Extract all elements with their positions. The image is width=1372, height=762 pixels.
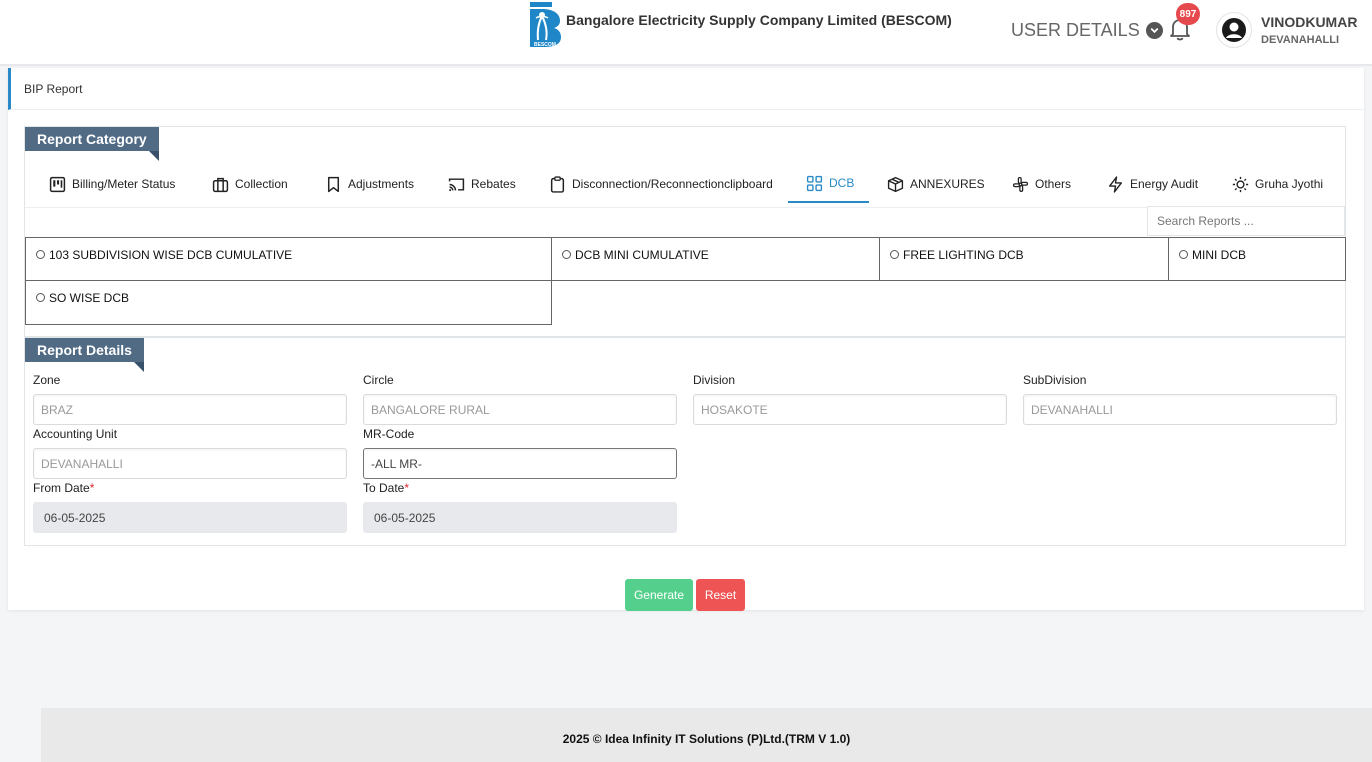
report-category-section: Report Category Billing/Meter Status Col… (24, 126, 1346, 337)
required-mark: * (89, 481, 95, 495)
report-option-label: SO WISE DCB (49, 291, 130, 305)
footer-text: 2025 © Idea Infinity IT Solutions (P)Ltd… (562, 732, 851, 746)
report-option-free-lighting-dcb[interactable]: FREE LIGHTING DCB (879, 237, 1169, 281)
radio-button[interactable] (36, 250, 45, 259)
radio-button[interactable] (36, 293, 45, 302)
from-date-label-text: From Date (33, 481, 90, 495)
report-category-heading: Report Category (25, 127, 159, 161)
kanban-icon (49, 176, 66, 192)
from-date-input[interactable]: 06-05-2025 (33, 502, 347, 533)
to-date-label: To Date* (363, 481, 409, 495)
user-name: VINODKUMAR (1261, 14, 1358, 30)
report-option-label: 103 SUBDIVISION WISE DCB CUMULATIVE (49, 248, 293, 262)
bookmark-icon (327, 176, 340, 192)
zone-label: Zone (33, 373, 61, 387)
tab-collection[interactable]: Collection (212, 165, 288, 203)
mr-code-label: MR-Code (363, 427, 415, 441)
report-option-label: FREE LIGHTING DCB (903, 248, 1024, 262)
user-location: DEVANAHALLI (1261, 34, 1340, 46)
briefcase-icon (212, 177, 229, 192)
tab-rebates[interactable]: Rebates (448, 165, 516, 203)
accounting-unit-field[interactable]: DEVANAHALLI (33, 448, 347, 479)
tab-disconnection-reconnection[interactable]: Disconnection/Reconnectionclipboard (549, 165, 773, 203)
main-panel: BIP Report Report Category Billing/Meter… (8, 68, 1364, 611)
report-details-heading: Report Details (25, 338, 144, 372)
user-details-label: USER DETAILS (1011, 20, 1140, 40)
clipboard-icon (550, 175, 565, 193)
user-details-menu[interactable]: USER DETAILS (1011, 20, 1163, 41)
division-field[interactable]: HOSAKOTE (693, 394, 1007, 425)
search-reports-input[interactable] (1147, 206, 1345, 236)
logo-text: BESCOM (534, 42, 556, 48)
report-option-dcb-mini-cumulative[interactable]: DCB MINI CUMULATIVE (551, 237, 880, 281)
to-date-input[interactable]: 06-05-2025 (363, 502, 677, 533)
reset-button[interactable]: Reset (696, 579, 745, 611)
report-option-label: MINI DCB (1192, 248, 1246, 262)
zap-icon (1108, 175, 1123, 193)
breadcrumb: BIP Report (8, 68, 1364, 110)
tab-dcb[interactable]: DCB (788, 165, 869, 203)
tab-label: ANNEXURES (910, 177, 985, 191)
generate-button[interactable]: Generate (625, 579, 693, 611)
radio-button[interactable] (562, 250, 571, 259)
tab-billing-meter-status[interactable]: Billing/Meter Status (49, 165, 175, 203)
subdivision-label: SubDivision (1023, 373, 1087, 387)
to-date-label-text: To Date (363, 481, 405, 495)
accounting-unit-label: Accounting Unit (33, 427, 118, 441)
subdivision-field[interactable]: DEVANAHALLI (1023, 394, 1337, 425)
tab-label: Energy Audit (1130, 177, 1199, 191)
top-header: BESCOM Bangalore Electricity Supply Comp… (0, 0, 1372, 66)
radio-button[interactable] (890, 250, 899, 259)
division-label: Division (693, 373, 736, 387)
tab-label: Adjustments (348, 177, 415, 191)
box-icon (887, 176, 904, 192)
tab-label: Others (1035, 177, 1072, 191)
tab-gruha-jyothi[interactable]: Gruha Jyothi (1232, 165, 1323, 203)
tab-annexures[interactable]: ANNEXURES (887, 165, 985, 203)
footer: 2025 © Idea Infinity IT Solutions (P)Ltd… (41, 708, 1372, 762)
bescom-logo: BESCOM (528, 2, 562, 48)
report-option-so-wise-dcb[interactable]: SO WISE DCB (25, 280, 552, 325)
circle-field[interactable]: BANGALORE RURAL (363, 394, 677, 425)
tab-label: Gruha Jyothi (1255, 177, 1324, 191)
tab-label: Disconnection/Reconnectionclipboard (572, 177, 773, 191)
slack-icon (1012, 176, 1029, 192)
user-avatar[interactable] (1216, 12, 1252, 48)
cast-icon (448, 177, 465, 191)
required-mark: * (404, 481, 410, 495)
notification-badge: 897 (1176, 3, 1200, 25)
tab-energy-audit[interactable]: Energy Audit (1107, 165, 1198, 203)
tab-label: Rebates (471, 177, 516, 191)
report-details-section: Report Details Zone BRAZ Circle BANGALOR… (24, 337, 1346, 546)
category-tabs: Billing/Meter Status Collection Adjustme… (25, 165, 1345, 205)
sun-icon (1232, 176, 1249, 192)
chevron-down-icon (1145, 22, 1163, 39)
mr-code-select[interactable]: -ALL MR- (363, 448, 677, 479)
tab-label: Billing/Meter Status (72, 177, 176, 191)
page-title: BIP Report (24, 82, 83, 96)
report-option-mini-dcb[interactable]: MINI DCB (1168, 237, 1346, 281)
grid-icon (806, 175, 823, 191)
radio-button[interactable] (1179, 250, 1188, 259)
from-date-label: From Date* (33, 481, 94, 495)
report-option-103-subdivision-wise-dcb-cumulative[interactable]: 103 SUBDIVISION WISE DCB CUMULATIVE (25, 237, 552, 281)
tab-label: DCB (829, 176, 855, 190)
tab-others[interactable]: Others (1012, 165, 1071, 203)
tab-adjustments[interactable]: Adjustments (325, 165, 414, 203)
circle-label: Circle (363, 373, 394, 387)
company-name: Bangalore Electricity Supply Company Lim… (566, 12, 952, 28)
tab-label: Collection (235, 177, 288, 191)
zone-field[interactable]: BRAZ (33, 394, 347, 425)
report-option-label: DCB MINI CUMULATIVE (575, 248, 709, 262)
